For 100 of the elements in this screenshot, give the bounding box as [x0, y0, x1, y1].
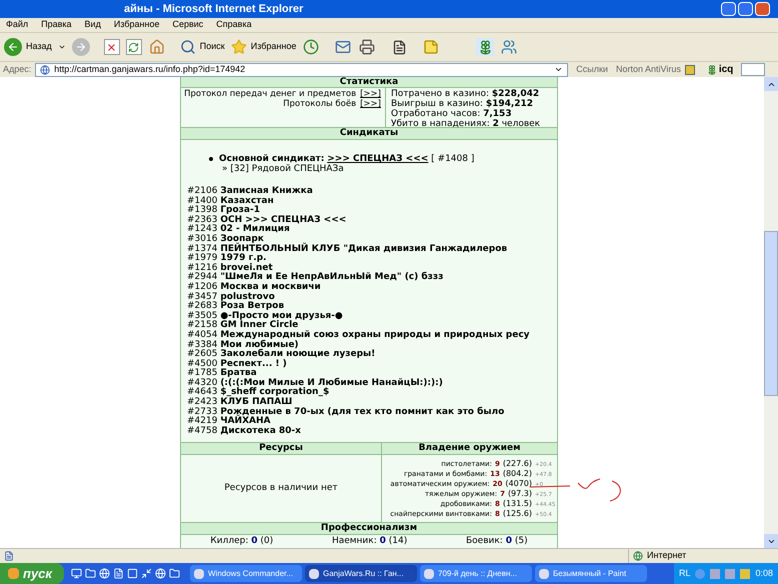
taskbar-button[interactable]: 709-й день :: Дневн... [420, 565, 532, 582]
page-icon [40, 64, 50, 74]
syndicate-entry: #3505 ●-Просто мои друзья-● [187, 312, 343, 321]
star-icon [230, 39, 247, 55]
protocol-link[interactable]: [>>] [360, 99, 381, 109]
refresh-icon[interactable] [126, 39, 142, 55]
stop-icon[interactable] [104, 39, 120, 55]
syndicate-entry: #1398 Гроза-1 [187, 206, 260, 216]
syndicate-entry: #1216 brovei.net [187, 264, 273, 273]
syndicate-entry: #1400 Казахстан [187, 196, 274, 206]
icq-button[interactable]: icq [706, 62, 734, 77]
syndicate-entry: #3016 Зоопарк [187, 234, 264, 244]
weapon-points: (131.5) [502, 498, 532, 508]
mail-icon[interactable] [334, 38, 352, 56]
menu-item[interactable]: Файл [6, 18, 28, 32]
scrollbar[interactable] [764, 77, 778, 548]
stat-text: Отработано часов: 7,153 [391, 109, 513, 119]
address-field[interactable]: http://cartman.ganjawars.ru/info.php?id=174942 [35, 62, 568, 76]
taskbar-button[interactable]: Windows Commander... [190, 565, 302, 582]
weapon-points: (227.6) [502, 458, 532, 468]
syndicate-entry: #2423 КЛУБ ПАПАШ [187, 398, 292, 408]
maximize-button[interactable] [738, 2, 753, 16]
links-label[interactable]: Ссылки [576, 62, 608, 76]
syndicate-entry: #4320 (:(:(:Мои Милые И Любимые НанайцЫ:):):) [187, 378, 443, 388]
stat-text: Потрачено в казино: $228,042 [391, 89, 540, 99]
search-button[interactable]: Поиск [180, 39, 225, 55]
section-header: Профессионализм [181, 523, 557, 535]
quick-launch-icon[interactable] [70, 568, 82, 580]
back-icon [4, 38, 22, 56]
syndicate-entry: #2158 GM Inner Circle [187, 321, 298, 330]
section-header: Синдикаты [181, 128, 557, 140]
menu-item[interactable]: Справка [216, 18, 252, 32]
section-header: Статистика [181, 77, 557, 88]
syndicate-entry: #1979 1979 г.р. [187, 254, 266, 264]
syndicate-entry: #2605 Заколебали ноющие лузеры! [187, 350, 376, 360]
network-icon [725, 568, 736, 578]
back-button[interactable]: Назад [4, 38, 52, 56]
caret-icon [58, 43, 66, 51]
stat-text: Убито в нападениях: 2 человек [391, 119, 542, 129]
stat-text: Выигрыш в казино: $194,212 [391, 99, 534, 109]
syndicate-entry: #2944 "ШмеЛя и Ее НепрАвИльнЫй Мед" (c) бззз [187, 273, 444, 282]
page-icon [4, 551, 14, 561]
address-label: Адрес: [3, 62, 32, 76]
quick-launch-icon[interactable] [84, 568, 96, 580]
syndicate-entry: #4758 Дискотека 80-х [187, 426, 301, 436]
syndicate-link[interactable]: >>> СПЕЦНАЗ <<< [327, 154, 428, 164]
syndicate-entry: #4500 Респект... ! ) [187, 360, 287, 369]
people-icon[interactable] [500, 38, 518, 56]
syndicate-entry: #2106 Записная Книжка [187, 187, 313, 196]
search-icon [180, 39, 196, 55]
menu-item[interactable]: Сервис [172, 18, 204, 32]
menu-item[interactable]: Избранное [114, 18, 160, 32]
quick-launch-icon[interactable] [154, 568, 166, 580]
quick-launch-icon[interactable] [112, 568, 124, 580]
weapon-points: (97.3) [508, 488, 532, 498]
section-header: Владение оружием [418, 443, 522, 454]
section-header: Ресурсы [181, 443, 382, 454]
minimize-button[interactable] [721, 2, 736, 16]
resources-text: Ресурсов в наличии нет [224, 482, 338, 495]
profession-text: Киллер: 0 (0) [210, 534, 274, 548]
favorites-button[interactable]: Избранное [230, 39, 296, 55]
syndicate-entry: #1785 Братва [187, 369, 257, 378]
history-icon[interactable] [302, 38, 320, 56]
start-button[interactable]: пуск [0, 563, 64, 584]
taskbar-button[interactable]: Безымянный - Paint [535, 565, 647, 582]
syndicate-entry: #2683 Роза Ветров [187, 302, 284, 312]
home-icon[interactable] [148, 38, 166, 56]
syndicate-entry: #3457 polustrovo [187, 292, 275, 302]
syndicate-entry: #2733 Рожденные в 70-ых (для тех кто помнит как это было [187, 408, 504, 417]
printer-icon[interactable] [358, 38, 376, 56]
weapon-points: (4070) [505, 478, 532, 488]
menu-item[interactable]: Вид [84, 18, 101, 32]
search-field[interactable] [741, 63, 766, 76]
menu-item[interactable]: Правка [41, 18, 72, 32]
profession-text: Наемник: 0 (14) [332, 534, 408, 548]
quick-launch-icon[interactable] [98, 568, 110, 580]
quick-launch-icon[interactable] [126, 568, 138, 580]
syndicate-entry: #4219 ЧАЙХАНА [187, 417, 270, 426]
quick-launch-icon[interactable] [140, 568, 152, 580]
tray-icon [740, 568, 750, 578]
protocol-label: Протокол передач денег и предметов [184, 89, 356, 99]
syndicate-entry: #4643 $_sheff corporation_$ [187, 388, 330, 398]
scroll-down-icon [764, 534, 778, 548]
protocol-label: Протоколы боёв [283, 99, 356, 109]
network-icon [710, 568, 720, 578]
norton-label[interactable]: Norton AntiVirus [616, 62, 681, 76]
zone-text: Интернет [647, 549, 686, 562]
close-button[interactable] [755, 2, 770, 16]
weapon-points: (804.2) [502, 468, 532, 478]
quick-launch-icon[interactable] [168, 568, 180, 580]
syndicate-entry: #2363 ОСН >>> СПЕЦНАЗ <<< [187, 216, 346, 225]
syndicate-entry: #3384 Мои любимые) [187, 340, 299, 350]
syndicate-entry: #1374 ПЕЙНТБОЛЬНЫЙ КЛУБ "Дикая дивизия Ганжадилеров [187, 244, 508, 254]
protocol-link[interactable]: [>>] [360, 89, 381, 99]
main-syndicate-text: Основной синдикат: >>> СПЕЦНАЗ <<< [ #1408 ] [219, 154, 474, 164]
syndicate-entry: #1206 Москва и москвичи [187, 282, 321, 292]
rank-text: » [32] Рядовой СПЕЦНАЗа [222, 164, 345, 174]
flower-icon[interactable] [476, 38, 494, 56]
taskbar-button[interactable]: GanjaWars.Ru :: Ган... [305, 565, 417, 582]
bullet-icon [209, 157, 213, 161]
